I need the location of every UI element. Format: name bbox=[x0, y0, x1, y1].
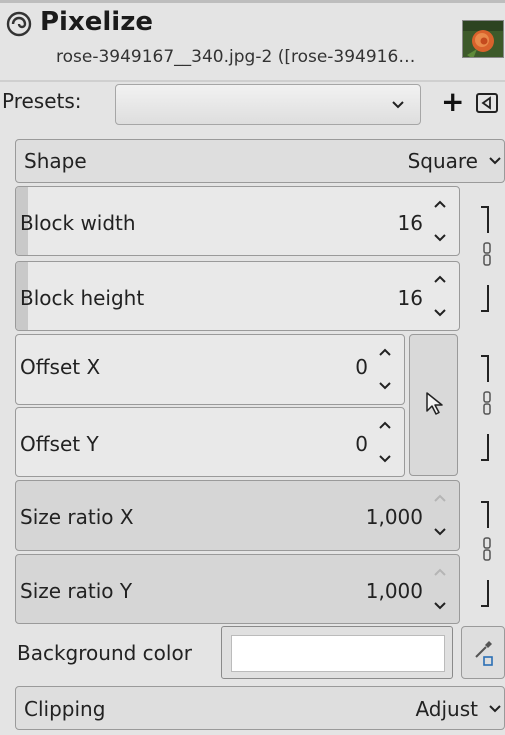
size-ratio-x-value: 1,000 bbox=[365, 505, 423, 529]
chevron-down-icon bbox=[392, 101, 404, 109]
shape-combo[interactable]: Shape Square bbox=[15, 139, 505, 183]
chevron-down-icon bbox=[489, 157, 501, 165]
dialog-title: Pixelize bbox=[40, 7, 153, 37]
offset-y-value: 0 bbox=[355, 432, 368, 456]
size-ratio-y-value: 1,000 bbox=[365, 579, 423, 603]
triangle-left-icon bbox=[481, 96, 491, 110]
top-border bbox=[0, 0, 505, 3]
presets-combo[interactable] bbox=[115, 84, 421, 125]
image-subtitle: rose-3949167__340.jpg-2 ([rose-394916… bbox=[56, 47, 416, 67]
block-width-field[interactable]: Block width 16 bbox=[15, 186, 460, 256]
pick-offset-button[interactable] bbox=[409, 334, 458, 476]
spin-down-icon[interactable] bbox=[378, 454, 392, 464]
offset-y-label: Offset Y bbox=[20, 432, 99, 456]
chevron-down-icon bbox=[489, 705, 501, 713]
color-picker-button[interactable] bbox=[461, 626, 505, 679]
background-color-swatch bbox=[231, 635, 445, 672]
spin-up-icon[interactable] bbox=[433, 493, 447, 503]
offset-x-value: 0 bbox=[355, 355, 368, 379]
add-preset-button[interactable]: + bbox=[441, 84, 464, 120]
spin-up-icon[interactable] bbox=[378, 420, 392, 430]
filter-icon bbox=[6, 11, 32, 37]
chain-link-icon[interactable] bbox=[477, 500, 497, 610]
background-color-button[interactable] bbox=[221, 626, 453, 679]
clipping-label: Clipping bbox=[24, 697, 106, 721]
image-thumbnail bbox=[462, 20, 504, 58]
block-height-field[interactable]: Block height 16 bbox=[15, 261, 460, 331]
background-color-label: Background color bbox=[17, 641, 192, 665]
clipping-combo[interactable]: Clipping Adjust bbox=[15, 686, 505, 730]
spin-up-icon[interactable] bbox=[378, 347, 392, 357]
block-width-label: Block width bbox=[20, 211, 136, 235]
offset-y-field[interactable]: Offset Y 0 bbox=[15, 407, 405, 477]
color-picker-icon bbox=[475, 641, 493, 666]
header-separator bbox=[0, 80, 505, 82]
size-ratio-x-label: Size ratio X bbox=[20, 505, 134, 529]
shape-value: Square bbox=[407, 149, 478, 173]
spin-up-icon[interactable] bbox=[433, 567, 447, 577]
size-ratio-x-field[interactable]: Size ratio X 1,000 bbox=[15, 480, 460, 551]
spin-down-icon[interactable] bbox=[433, 601, 447, 611]
spin-down-icon[interactable] bbox=[433, 527, 447, 537]
block-height-value: 16 bbox=[397, 286, 423, 310]
spin-up-icon[interactable] bbox=[433, 199, 447, 209]
offset-x-label: Offset X bbox=[20, 355, 101, 379]
chain-link-icon[interactable] bbox=[477, 354, 497, 464]
chain-link-icon[interactable] bbox=[477, 205, 497, 315]
clipping-value: Adjust bbox=[415, 697, 478, 721]
presets-menu-button[interactable] bbox=[476, 93, 498, 113]
spin-up-icon[interactable] bbox=[433, 274, 447, 284]
cursor-pointer-icon bbox=[426, 392, 443, 415]
presets-label: Presets: bbox=[2, 89, 82, 113]
spin-down-icon[interactable] bbox=[378, 381, 392, 391]
block-width-value: 16 bbox=[397, 211, 423, 235]
size-ratio-y-label: Size ratio Y bbox=[20, 579, 133, 603]
size-ratio-y-field[interactable]: Size ratio Y 1,000 bbox=[15, 554, 460, 624]
offset-x-field[interactable]: Offset X 0 bbox=[15, 334, 405, 405]
spin-down-icon[interactable] bbox=[433, 233, 447, 243]
shape-label: Shape bbox=[24, 149, 87, 173]
block-height-label: Block height bbox=[20, 286, 145, 310]
spin-down-icon[interactable] bbox=[433, 308, 447, 318]
